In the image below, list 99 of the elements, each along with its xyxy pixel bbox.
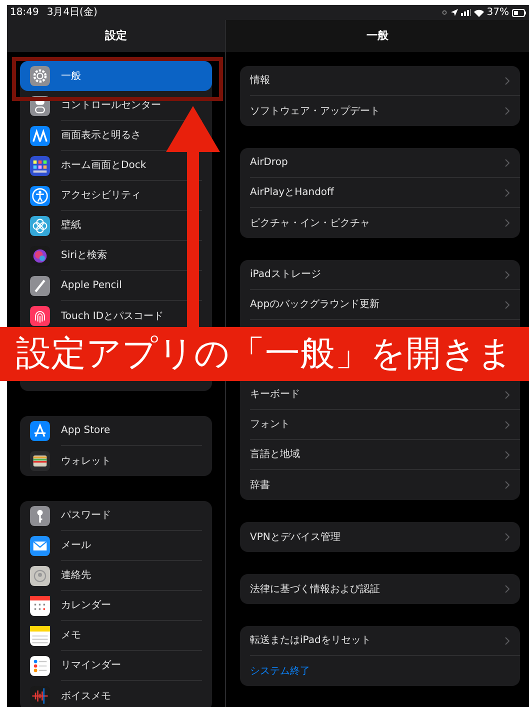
item-label: Apple Pencil — [61, 279, 122, 293]
action-row[interactable]: システム終了 — [250, 656, 520, 686]
wifi-icon — [474, 8, 484, 16]
sidebar-item[interactable]: パスワード — [20, 501, 212, 531]
battery-percent: 37% — [486, 6, 509, 20]
gear-icon — [30, 66, 50, 86]
sidebar-item[interactable]: メモ — [20, 621, 212, 651]
chevron-icon — [505, 390, 510, 398]
row-label: iPadストレージ — [250, 268, 321, 282]
settings-row[interactable]: AirDrop — [250, 148, 520, 178]
chevron-icon — [505, 219, 510, 227]
flower-icon — [30, 216, 50, 236]
row-label: 辞書 — [250, 478, 270, 492]
signal-icon — [460, 9, 471, 16]
notes-icon — [30, 626, 50, 646]
sidebar-item[interactable]: リマインダー — [20, 651, 212, 681]
location-icon — [450, 9, 458, 16]
status-time: 18:49 — [10, 6, 39, 20]
sidebar-item[interactable]: Touch IDとパスコード — [20, 301, 212, 331]
letter-a-icon — [30, 421, 50, 441]
sidebar-title: 設定 — [105, 28, 127, 44]
caption-text: 設定アプリの「一般」を開きま — [16, 336, 513, 372]
row-label: ピクチャ・イン・ピクチャ — [250, 216, 370, 230]
row-label: VPNとデバイス管理 — [250, 530, 340, 544]
chevron-icon — [505, 188, 510, 196]
row-label: Appのバックグラウンド更新 — [250, 298, 380, 312]
settings-row[interactable]: Appのバックグラウンド更新 — [250, 290, 520, 320]
item-label: App Store — [61, 424, 110, 438]
sidebar-item[interactable]: カレンダー — [20, 591, 212, 621]
settings-row[interactable]: 言語と地域 — [250, 440, 520, 470]
row-label: ソフトウェア・アップデート — [250, 104, 380, 118]
key-icon — [30, 506, 50, 526]
sidebar-item[interactable]: メール — [20, 531, 212, 561]
wallet-icon — [30, 451, 50, 471]
settings-row[interactable]: 転送またはiPadをリセット — [250, 626, 520, 656]
settings-row[interactable]: ソフトウェア・アップデート — [250, 96, 520, 126]
person-icon — [30, 186, 50, 206]
item-label: 連絡先 — [61, 568, 91, 583]
sidebar-item[interactable]: App Store — [20, 416, 212, 446]
chevron-icon — [505, 300, 510, 308]
row-label: AirPlayとHandoff — [250, 186, 334, 200]
sidebar-item[interactable]: ウォレット — [20, 446, 212, 476]
chevron-icon — [505, 270, 510, 278]
row-label: キーボード — [250, 388, 300, 402]
brightness-icon — [440, 9, 448, 16]
item-label: リマインダー — [61, 659, 121, 673]
list-icon — [30, 656, 50, 676]
chevron-icon — [505, 158, 510, 166]
chevron-icon — [505, 76, 510, 84]
chevron-icon — [505, 636, 510, 644]
item-label: パスワード — [61, 509, 111, 523]
waveform-icon — [30, 686, 50, 706]
item-label: メモ — [61, 629, 81, 643]
battery-icon — [512, 8, 526, 16]
sidebar-item[interactable]: ボイスメモ — [20, 681, 212, 707]
grid-icon — [30, 156, 50, 176]
settings-row[interactable]: ピクチャ・イン・ピクチャ — [250, 208, 520, 238]
item-label: カレンダー — [61, 599, 111, 613]
row-label: 言語と地域 — [250, 448, 300, 462]
display-icon — [30, 126, 50, 146]
settings-row[interactable]: 法律に基づく情報および認証 — [250, 574, 520, 604]
chevron-icon — [505, 585, 510, 593]
item-label: ボイスメモ — [61, 690, 111, 704]
chevron-icon — [505, 533, 510, 541]
settings-row[interactable]: 情報 — [250, 66, 520, 96]
item-label: 壁紙 — [61, 218, 81, 233]
settings-row[interactable]: iPadストレージ — [250, 260, 520, 290]
item-label: Touch IDとパスコード — [61, 310, 164, 324]
chevron-icon — [505, 107, 510, 115]
chevron-icon — [505, 450, 510, 458]
item-label: Siriと検索 — [61, 248, 108, 263]
calendar-icon — [30, 596, 50, 616]
item-label: ホーム画面とDock — [61, 159, 146, 173]
settings-row[interactable]: VPNとデバイス管理 — [250, 522, 520, 552]
item-label: メール — [61, 539, 91, 553]
status-date: 3月4日(金) — [46, 6, 98, 20]
settings-row[interactable]: AirPlayとHandoff — [250, 178, 520, 208]
item-label: 画面表示と明るさ — [61, 128, 141, 143]
item-label: ウォレット — [61, 454, 111, 468]
sidebar-item[interactable]: 連絡先 — [20, 561, 212, 591]
item-label: コントロールセンター — [61, 99, 161, 113]
item-label: 一般 — [61, 70, 81, 84]
chevron-icon — [505, 420, 510, 428]
row-label: 法律に基づく情報および認証 — [250, 582, 380, 596]
settings-row[interactable]: フォント — [250, 410, 520, 440]
settings-row[interactable]: 辞書 — [250, 470, 520, 500]
row-label: AirDrop — [250, 156, 288, 170]
page-title: 一般 — [366, 28, 388, 44]
fingerprint-icon — [30, 306, 50, 326]
item-label: アクセシビリティ — [61, 189, 141, 203]
sidebar-item[interactable]: 一般 — [20, 61, 212, 91]
row-label: 転送またはiPadをリセット — [250, 634, 371, 648]
contact-icon — [30, 566, 50, 586]
row-label: 情報 — [250, 74, 270, 88]
chevron-icon — [505, 481, 510, 489]
pencil-icon — [30, 276, 50, 296]
row-label: フォント — [250, 418, 290, 432]
envelope-icon — [30, 536, 50, 556]
row-label: システム終了 — [250, 664, 310, 678]
